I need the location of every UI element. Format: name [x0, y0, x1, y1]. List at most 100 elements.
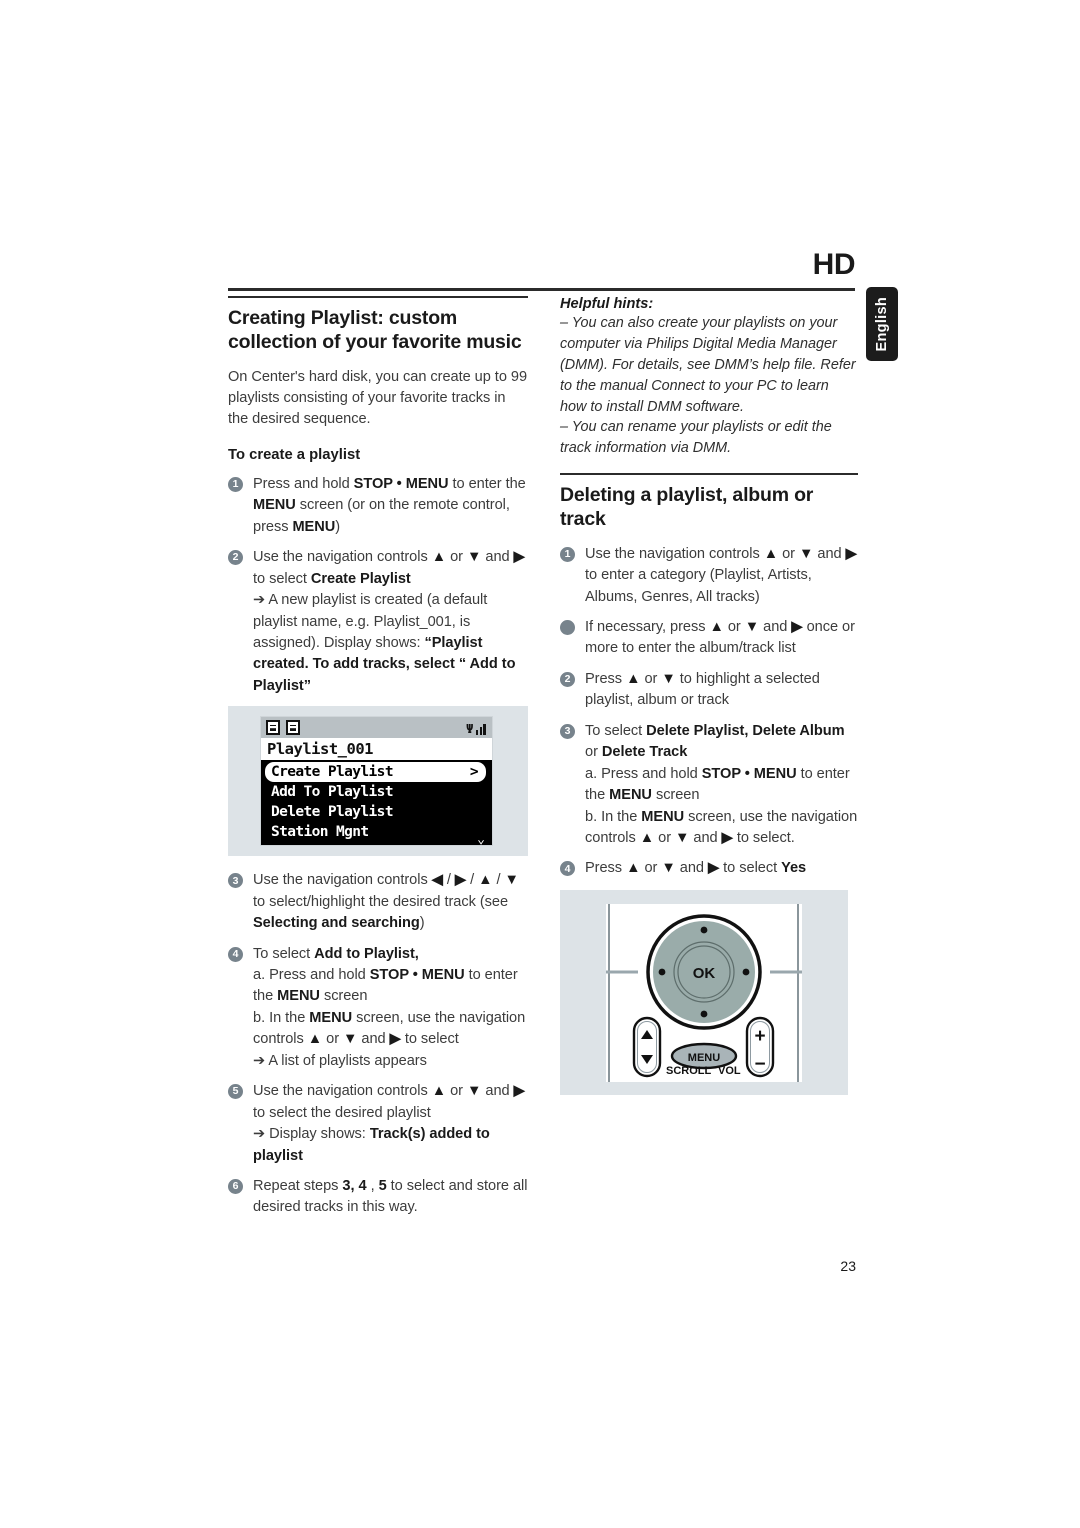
left-steps-group-b: 3 Use the navigation controls ◀ / ▶ / ▲ … — [228, 870, 528, 1219]
chapter-label: HD — [812, 248, 856, 281]
step-line: Use the navigation controls ▲ or ▼ and ▶… — [585, 545, 857, 605]
step-line: Repeat steps 3, 4 , 5 to select and stor… — [253, 1177, 528, 1216]
nav-right-dot-icon — [742, 968, 750, 976]
language-tab: English — [866, 287, 898, 361]
lcd-menu-item[interactable]: Delete Playlist — [261, 802, 492, 822]
step-line: Press ▲ or ▼ and ▶ to select Yes — [585, 860, 807, 877]
step-text: Press and hold STOP • MENU to enter the … — [253, 474, 528, 538]
volume-down-label: − — [754, 1054, 765, 1075]
remote-control-figure: OK + − MENU SCROLL VOL — [560, 889, 848, 1095]
step-line: To select Add to Playlist, — [253, 945, 419, 962]
left-steps-group-a: 1 Press and hold STOP • MENU to enter th… — [228, 474, 528, 697]
manual-page: HD English Creating Playlist: custom col… — [0, 0, 1080, 1528]
chevron-down-icon: ⌄ — [477, 832, 485, 847]
step-line: Use the navigation controls ▲ or ▼ and ▶… — [253, 1083, 525, 1121]
manual-step: 3 Use the navigation controls ◀ / ▶ / ▲ … — [228, 870, 528, 934]
step-number-badge: 4 — [228, 946, 243, 962]
remote-control-illustration: OK + − MENU SCROLL VOL — [560, 889, 848, 1095]
lcd-menu-item-label: Station Mgnt — [271, 824, 369, 841]
menu-button-label: MENU — [688, 1052, 720, 1064]
step-bullet-dot — [560, 620, 575, 635]
lcd-screen: Ψ Playlist_001 Create Playlist > Add To … — [260, 716, 493, 847]
right-steps-group: 1 Use the navigation controls ▲ or ▼ and… — [560, 544, 858, 880]
manual-step: 4 Press ▲ or ▼ and ▶ to select Yes — [560, 858, 858, 879]
step-text: Use the navigation controls ▲ or ▼ and ▶… — [253, 1081, 528, 1167]
step-line: Use the navigation controls ◀ / ▶ / ▲ / … — [253, 872, 519, 932]
lcd-menu-item[interactable]: Station Mgnt — [261, 822, 492, 842]
step-number-badge: 3 — [228, 873, 243, 889]
step-line: Use the navigation controls ▲ or ▼ and ▶… — [253, 549, 525, 587]
chevron-right-icon: > — [469, 764, 479, 781]
step-line: ➔ A list of playlists appears — [253, 1052, 427, 1069]
step-text: Repeat steps 3, 4 , 5 to select and stor… — [253, 1176, 528, 1219]
step-text: Use the navigation controls ◀ / ▶ / ▲ / … — [253, 870, 528, 934]
left-sub-heading: To create a playlist — [228, 446, 361, 463]
step-number-badge: 1 — [228, 476, 243, 492]
helpful-hint: – You can also create your playlists on … — [560, 315, 856, 415]
step-number-badge: 6 — [228, 1178, 243, 1194]
section-rule-left — [228, 296, 528, 298]
step-number-badge: 3 — [560, 723, 575, 739]
left-section-heading: Creating Playlist: custom collection of … — [228, 307, 522, 353]
manual-step: If necessary, press ▲ or ▼ and ▶ once or… — [560, 617, 858, 660]
manual-step: 4 To select Add to Playlist, a. Press and… — [228, 944, 528, 1073]
manual-step: 3 To select Delete Playlist, Delete Albu… — [560, 721, 858, 850]
manual-step: 2 Press ▲ or ▼ to highlight a selected p… — [560, 669, 858, 712]
list-icon — [266, 720, 280, 736]
lcd-status-bar: Ψ — [261, 717, 492, 739]
left-intro-paragraph: On Center's hard disk, you can create up… — [228, 368, 528, 428]
step-text: Use the navigation controls ▲ or ▼ and ▶… — [253, 547, 528, 697]
nav-up-dot-icon — [700, 926, 708, 934]
helpful-hints-list: – You can also create your playlists on … — [560, 313, 858, 459]
step-text: Press ▲ or ▼ and ▶ to select Yes — [585, 858, 858, 879]
nav-down-dot-icon — [700, 1010, 708, 1018]
step-text: Press ▲ or ▼ to highlight a selected pla… — [585, 669, 858, 712]
header-divider — [228, 288, 855, 291]
lcd-menu-item-label: Delete Playlist — [271, 804, 394, 821]
section-rule-right — [560, 473, 858, 476]
volume-up-label: + — [754, 1026, 765, 1047]
lcd-menu-item[interactable]: Add To Playlist — [261, 782, 492, 802]
ok-button-label: OK — [693, 965, 716, 982]
manual-step: 1 Press and hold STOP • MENU to enter th… — [228, 474, 528, 538]
step-line: a. Press and hold STOP • MENU to enter t… — [253, 967, 518, 1005]
step-line: a. Press and hold STOP • MENU to enter t… — [585, 765, 850, 804]
step-text: To select Delete Playlist, Delete Album … — [585, 721, 858, 850]
right-column: Helpful hints: – You can also create you… — [560, 296, 858, 1095]
step-line: ➔ A new playlist is created (a default p… — [253, 592, 516, 694]
step-number-badge: 5 — [228, 1084, 243, 1100]
right-section-heading: Deleting a playlist, album or track — [560, 484, 814, 530]
wifi-signal-icon: Ψ — [466, 720, 486, 736]
step-number-badge: 1 — [560, 546, 575, 562]
lcd-title: Playlist_001 — [267, 740, 373, 759]
manual-step: 2 Use the navigation controls ▲ or ▼ and… — [228, 547, 528, 697]
step-text: To select Add to Playlist, a. Press and h… — [253, 944, 528, 1073]
helpful-hint: – You can rename your playlists or edit … — [560, 419, 832, 457]
manual-step: 5 Use the navigation controls ▲ or ▼ and… — [228, 1081, 528, 1167]
step-line: To select Delete Playlist, Delete Album … — [585, 722, 845, 761]
step-line: Press and hold STOP • MENU to enter the … — [253, 475, 526, 535]
step-text: If necessary, press ▲ or ▼ and ▶ once or… — [585, 617, 858, 660]
step-text: Use the navigation controls ▲ or ▼ and ▶… — [585, 544, 858, 608]
step-number-badge: 2 — [560, 671, 575, 687]
scroll-label: SCROLL — [666, 1065, 712, 1077]
list-icon — [286, 720, 300, 736]
lcd-display-figure: Ψ Playlist_001 Create Playlist > Add To … — [228, 706, 528, 857]
step-line: Press ▲ or ▼ to highlight a selected pla… — [585, 670, 820, 709]
helpful-hints-title: Helpful hints: — [560, 296, 654, 312]
step-number-badge: 4 — [560, 861, 575, 877]
manual-step: 1 Use the navigation controls ▲ or ▼ and… — [560, 544, 858, 608]
lcd-menu-list: Create Playlist > Add To Playlist Delete… — [261, 760, 492, 846]
step-line: b. In the MENU screen, use the navigatio… — [585, 808, 858, 846]
manual-step: 6 Repeat steps 3, 4 , 5 to select and st… — [228, 1176, 528, 1219]
page-number: 23 — [840, 1258, 856, 1274]
nav-left-dot-icon — [658, 968, 666, 976]
step-number-badge: 2 — [228, 550, 243, 566]
step-line: b. In the MENU screen, use the navigatio… — [253, 1009, 526, 1048]
lcd-menu-item-selected[interactable]: Create Playlist > — [265, 762, 486, 783]
step-line: If necessary, press ▲ or ▼ and ▶ once or… — [585, 619, 855, 657]
lcd-menu-item-label: Add To Playlist — [271, 784, 394, 801]
vol-label: VOL — [718, 1065, 741, 1077]
lcd-menu-item-label: Create Playlist — [271, 764, 394, 781]
left-column: Creating Playlist: custom collection of … — [228, 296, 528, 1228]
